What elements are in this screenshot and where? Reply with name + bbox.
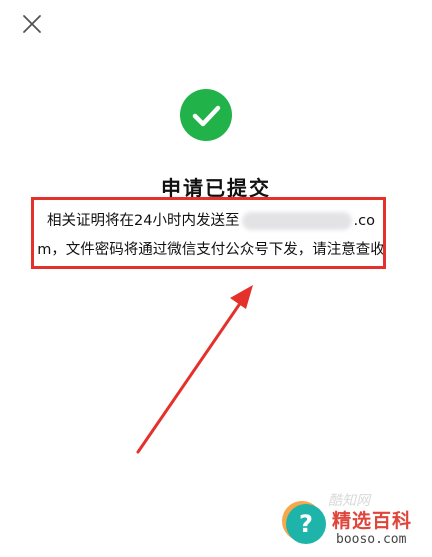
status-message: 相关证明将在24小时内发送至 .com，文件密码将通过微信支付公众号下发，请注意查… <box>34 207 388 265</box>
message-after-email: ，文件密码将通过微信支付公众号下发，请注意查收 <box>51 242 385 258</box>
email-redaction <box>241 212 352 230</box>
close-button[interactable] <box>20 12 44 36</box>
annotation-arrow-icon <box>136 285 253 454</box>
page-title: 申请已提交 <box>161 176 271 200</box>
message-before-email: 相关证明将在24小时内发送至 <box>47 213 240 229</box>
watermark-domain: booso.com <box>336 532 407 547</box>
watermark-question-icon: ? <box>286 504 326 544</box>
success-check-icon <box>180 89 232 141</box>
watermark-brand: 精选百科 <box>332 510 413 532</box>
watermark: 酷知网 ? 精选百科 booso.com <box>272 492 428 554</box>
close-icon <box>23 15 41 33</box>
